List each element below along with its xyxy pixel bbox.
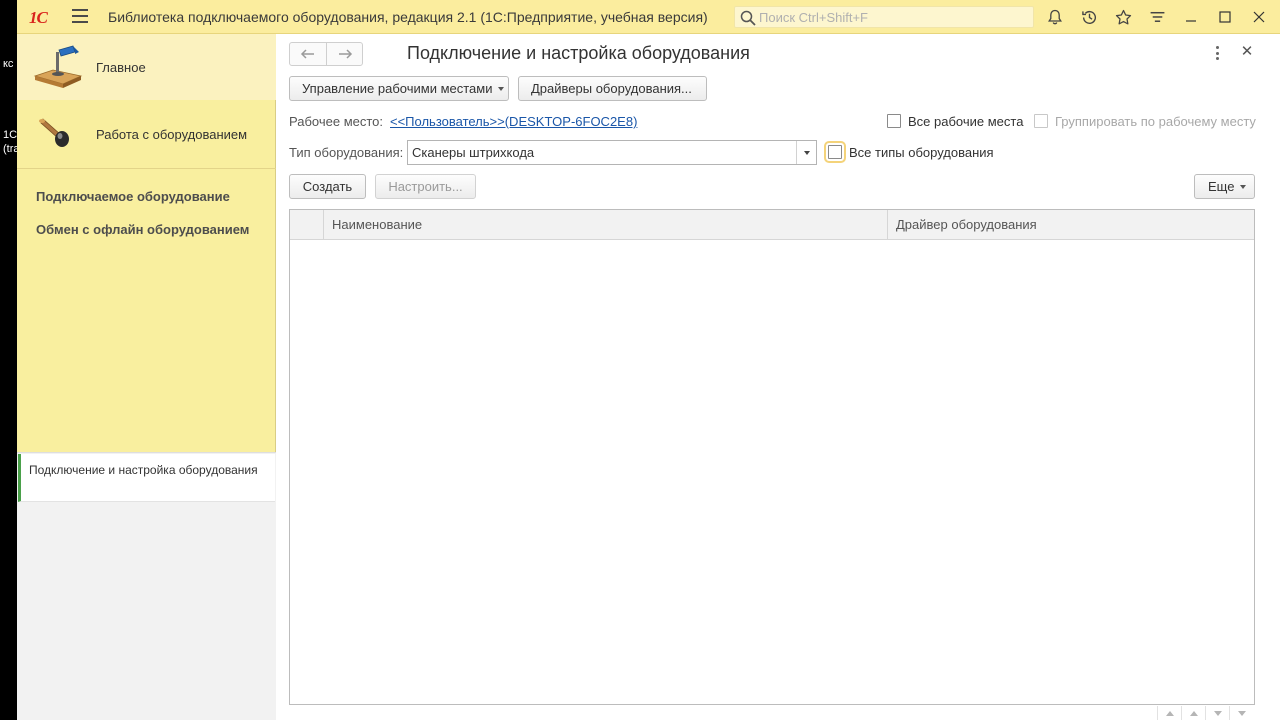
- dropdown-arrow-icon[interactable]: [796, 141, 816, 164]
- desk-lamp-icon: [33, 45, 83, 88]
- equipment-icon: [39, 118, 69, 147]
- equipment-type-value: Сканеры штрихкода: [412, 145, 535, 160]
- title-bar: 1С Библиотека подключаемого оборудования…: [17, 0, 1280, 34]
- column-header-name[interactable]: Наименование: [324, 210, 888, 240]
- desktop-fragment: кс: [3, 58, 14, 70]
- section-main-label: Главное: [96, 59, 146, 75]
- create-button[interactable]: Создать: [289, 174, 366, 199]
- close-window-icon[interactable]: [1250, 8, 1268, 26]
- open-window-item[interactable]: Подключение и настройка оборудования: [18, 454, 275, 502]
- desktop-fragment: 1С: [3, 129, 18, 141]
- minimize-icon[interactable]: [1182, 8, 1200, 26]
- forward-arrow-icon[interactable]: [326, 43, 362, 65]
- table-scroll-controls: [1157, 706, 1253, 720]
- table-header-marker: [290, 210, 324, 240]
- chevron-down-icon: [1240, 184, 1247, 189]
- table-header: Наименование Драйвер оборудования: [290, 210, 1254, 240]
- app-window: 1С Библиотека подключаемого оборудования…: [17, 0, 1280, 720]
- drivers-button[interactable]: Драйверы оборудования...: [518, 76, 707, 101]
- all-workplaces-label[interactable]: Все рабочие места: [908, 114, 1023, 129]
- history-nav: [289, 42, 363, 66]
- equipment-type-select[interactable]: Сканеры штрихкода: [407, 140, 817, 165]
- maximize-icon[interactable]: [1216, 8, 1234, 26]
- nav-link-offline-exchange[interactable]: Обмен с офлайн оборудованием: [36, 222, 249, 237]
- column-header-driver[interactable]: Драйвер оборудования: [888, 210, 1254, 240]
- logo-1c: 1С: [29, 8, 48, 27]
- sections-panel: Главное Работа с оборудованием Подключае…: [17, 34, 276, 720]
- history-icon[interactable]: [1080, 8, 1098, 26]
- section-main[interactable]: Главное: [17, 34, 276, 100]
- section-equipment[interactable]: Работа с оборудованием: [17, 101, 276, 167]
- scroll-up-icon[interactable]: [1181, 706, 1205, 720]
- form-area: Подключение и настройка оборудования ✕ У…: [277, 34, 1280, 720]
- section-equipment-label: Работа с оборудованием: [96, 126, 248, 142]
- all-workplaces-checkbox[interactable]: [887, 114, 901, 128]
- equipment-type-label: Тип оборудования:: [289, 145, 404, 160]
- search-box[interactable]: [734, 6, 1034, 28]
- create-button-label: Создать: [302, 179, 353, 194]
- nav-link-connected-equipment[interactable]: Подключаемое оборудование: [36, 189, 230, 204]
- scroll-bottom-icon[interactable]: [1229, 706, 1253, 720]
- more-actions-icon[interactable]: [1207, 46, 1227, 60]
- more-button-label: Еще: [1208, 179, 1235, 194]
- workplaces-menu-button[interactable]: Управление рабочими местами: [289, 76, 509, 101]
- configure-button-label: Настроить...: [388, 179, 463, 194]
- menu-icon[interactable]: [72, 9, 88, 25]
- filter-menu-icon[interactable]: [1148, 8, 1166, 26]
- scroll-down-icon[interactable]: [1205, 706, 1229, 720]
- more-button[interactable]: Еще: [1194, 174, 1255, 199]
- close-form-icon[interactable]: ✕: [1239, 42, 1255, 62]
- configure-button[interactable]: Настроить...: [375, 174, 476, 199]
- back-arrow-icon[interactable]: [290, 43, 326, 65]
- page-title: Подключение и настройка оборудования: [407, 43, 750, 63]
- group-by-workplace-checkbox[interactable]: [1034, 114, 1048, 128]
- workplaces-menu-label: Управление рабочими местами: [302, 81, 493, 96]
- workplace-link[interactable]: <<Пользователь>>(DESKTOP-6FOC2E8): [390, 114, 637, 129]
- equipment-table[interactable]: Наименование Драйвер оборудования: [289, 209, 1255, 705]
- open-windows-panel: Подключение и настройка оборудования: [17, 452, 276, 720]
- group-by-workplace-label[interactable]: Группировать по рабочему месту: [1055, 114, 1256, 129]
- search-icon: [740, 10, 756, 26]
- all-types-checkbox[interactable]: [824, 141, 846, 163]
- scroll-top-icon[interactable]: [1157, 706, 1181, 720]
- drivers-button-label: Драйверы оборудования...: [531, 81, 692, 96]
- chevron-down-icon: [498, 86, 505, 91]
- workplace-label: Рабочее место:: [289, 114, 384, 129]
- all-types-label[interactable]: Все типы оборудования: [849, 145, 994, 160]
- panel-divider: [17, 168, 276, 169]
- star-icon[interactable]: [1114, 8, 1132, 26]
- app-title: Библиотека подключаемого оборудования, р…: [108, 9, 708, 25]
- search-input[interactable]: [759, 9, 1029, 25]
- bell-icon[interactable]: [1046, 8, 1064, 26]
